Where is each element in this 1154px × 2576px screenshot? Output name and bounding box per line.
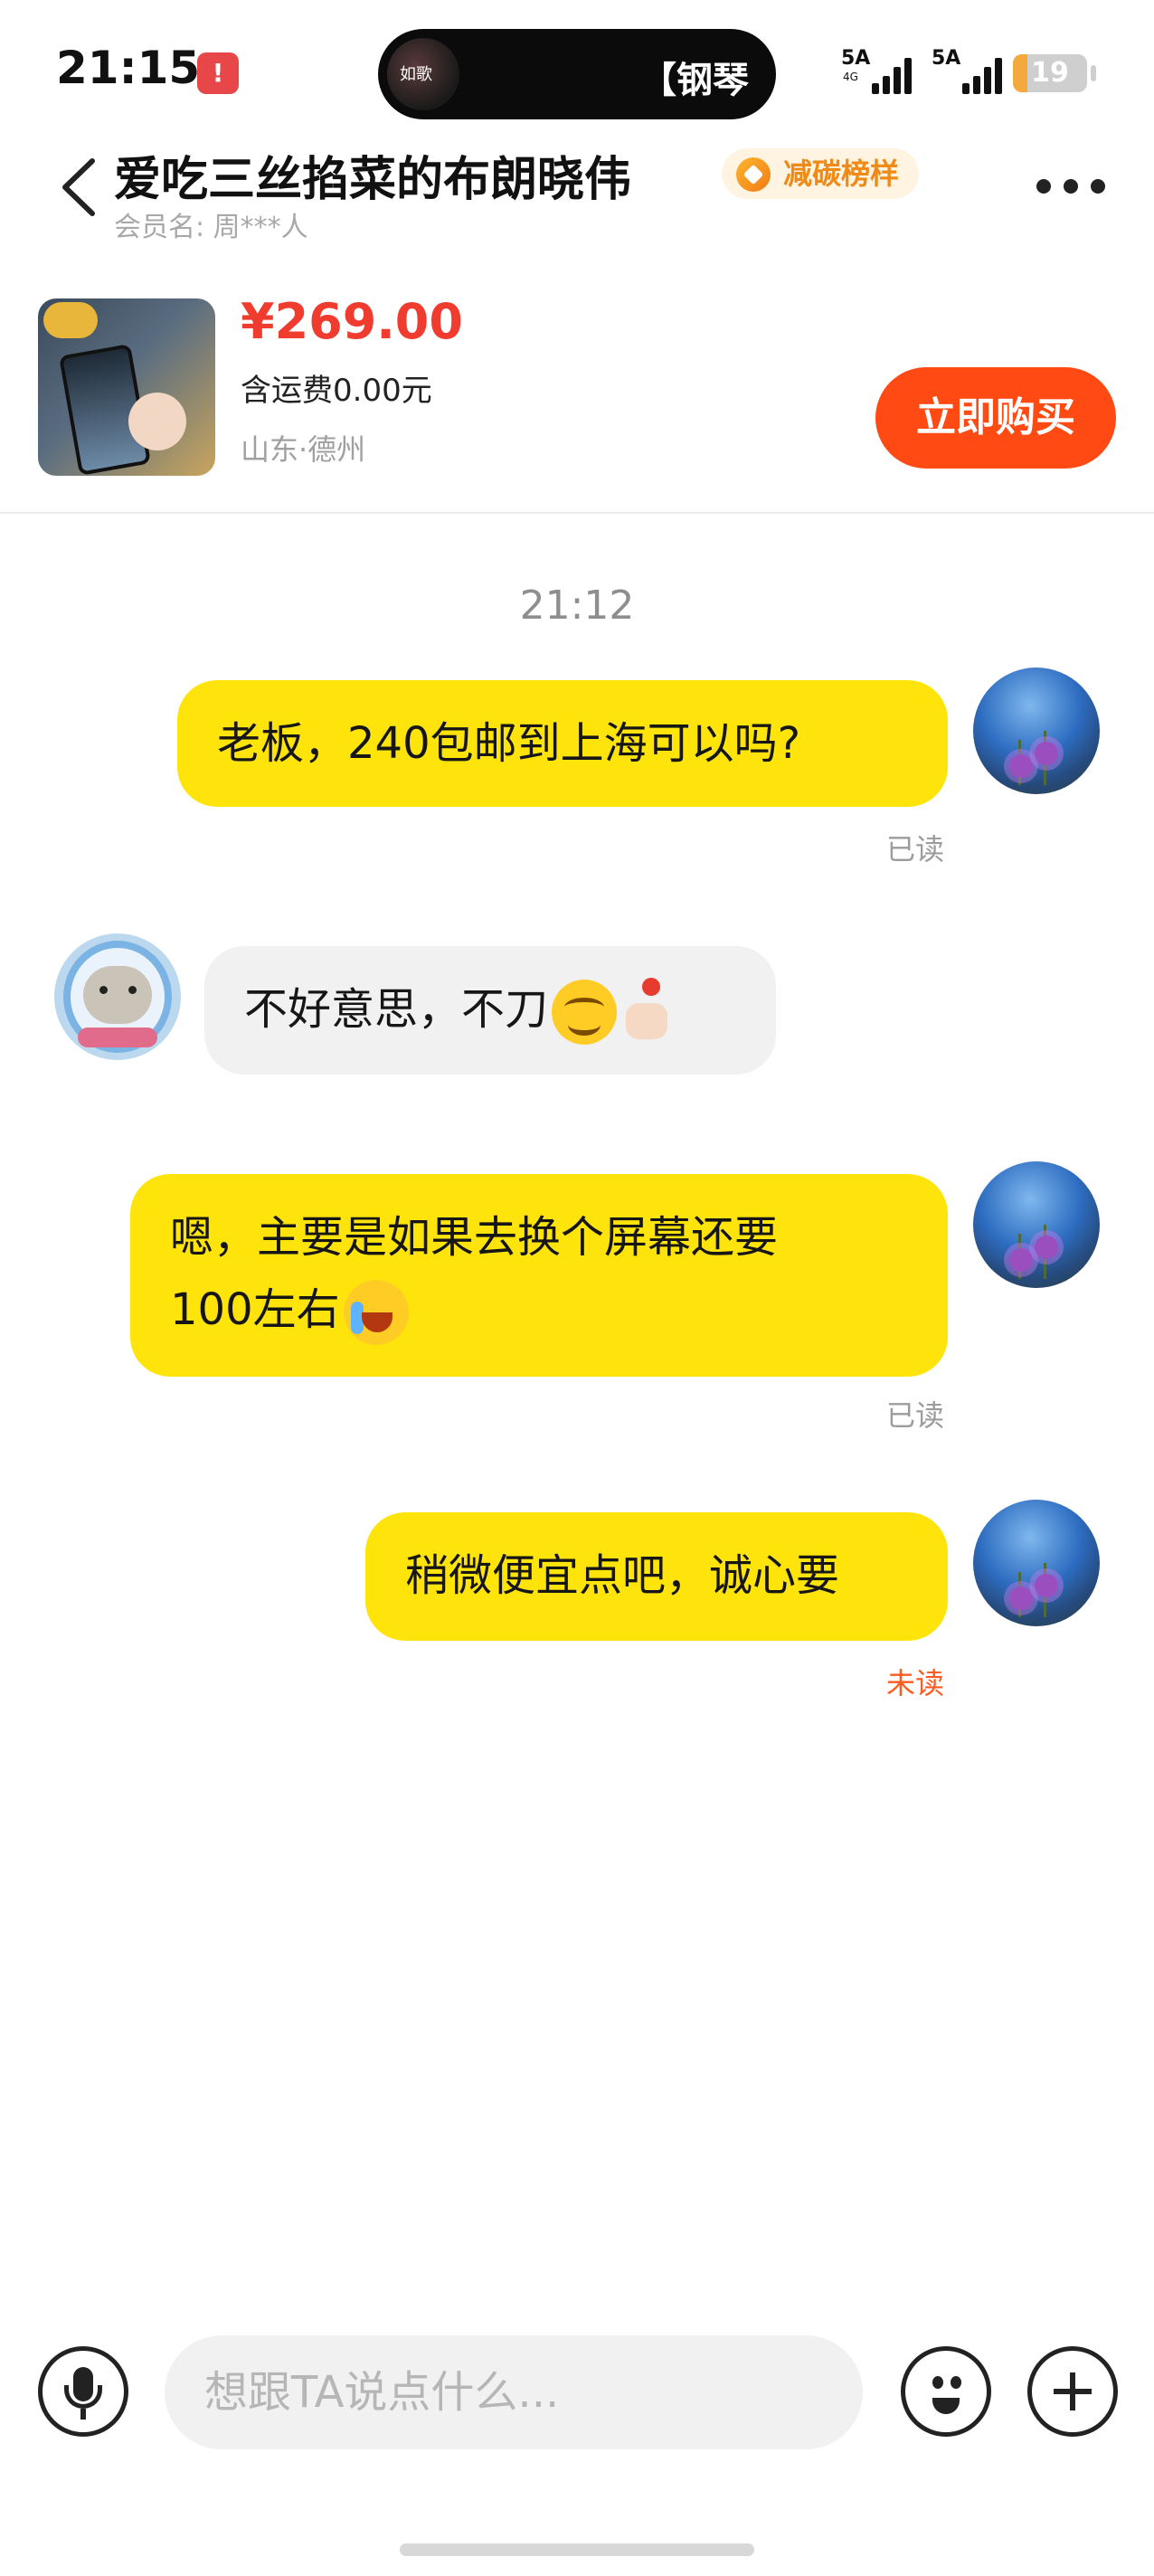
message-bubble-outgoing[interactable]: 稍微便宜点吧，诚心要 <box>365 1512 948 1641</box>
message-text: 稍微便宜点吧，诚心要 <box>405 1550 840 1601</box>
home-indicator[interactable] <box>400 2543 754 2556</box>
member-name: 会员名: 周***人 <box>114 212 308 243</box>
read-status: 已读 <box>886 832 945 867</box>
chat-screen: 21:15 ! 如歌 【钢琴 5A 4G 5A 19 爱吃三丝掐菜的布朗晓伟 减… <box>0 0 1154 2576</box>
message-text: 老板，240包邮到上海可以吗? <box>217 718 801 769</box>
battery-icon: 19 <box>1013 54 1087 92</box>
carbon-badge[interactable]: 减碳榜样 <box>722 148 920 199</box>
emoji-face-icon[interactable] <box>901 2346 991 2437</box>
product-price: ¥269.00 <box>241 293 463 350</box>
battery-cap <box>1091 65 1096 81</box>
unread-status: 未读 <box>886 1666 945 1700</box>
album-art-text: 如歌 <box>400 65 432 84</box>
notification-badge-icon: ! <box>197 52 239 94</box>
signal-1-sub: 4G <box>843 71 858 83</box>
plus-icon[interactable] <box>1027 2346 1118 2437</box>
message-bubble-outgoing[interactable]: 老板，240包邮到上海可以吗? <box>177 680 948 807</box>
dynamic-island-music[interactable]: 如歌 【钢琴 <box>378 29 776 119</box>
message-text: 不好意思，不刀 <box>244 984 549 1035</box>
message-bubble-outgoing[interactable]: 嗯，主要是如果去换个屏幕还要 100左右 <box>130 1174 948 1377</box>
signal-1-icon: 5A 4G <box>841 49 932 94</box>
badge-leaf-icon <box>736 157 771 192</box>
message-text: 100左右 <box>170 1284 340 1335</box>
user-avatar[interactable] <box>973 668 1100 794</box>
seller-name[interactable]: 爱吃三丝掐菜的布朗晓伟 <box>114 141 631 209</box>
more-dots-icon[interactable] <box>1036 175 1109 197</box>
battery-level: 19 <box>1031 57 1069 89</box>
buy-now-button[interactable]: 立即购买 <box>875 367 1116 469</box>
user-avatar[interactable] <box>973 1500 1100 1626</box>
user-avatar[interactable] <box>973 1161 1100 1288</box>
signal-2-label: 5A <box>932 47 961 70</box>
shipping-fee: 含运费0.00元 <box>241 373 432 409</box>
message-text: 嗯，主要是如果去换个屏幕还要 <box>170 1212 779 1263</box>
chevron-left-icon[interactable] <box>56 156 101 219</box>
now-playing-text: 【钢琴 <box>640 60 749 101</box>
read-status: 已读 <box>886 1398 945 1433</box>
divider <box>0 512 1154 514</box>
microphone-icon[interactable] <box>38 2346 128 2437</box>
crying-laugh-emoji-icon <box>343 1280 409 1345</box>
product-image[interactable] <box>38 298 215 476</box>
message-bubble-incoming[interactable]: 不好意思，不刀 <box>204 946 776 1075</box>
smile-emoji-icon <box>552 980 618 1045</box>
message-input[interactable] <box>165 2335 863 2449</box>
status-time: 21:15 <box>56 42 201 94</box>
product-location: 山东·德州 <box>241 432 366 467</box>
flower-hand-emoji-icon <box>620 976 678 1048</box>
signal-2-icon: 5A <box>932 49 1022 94</box>
badge-label: 减碳榜样 <box>783 156 900 191</box>
chat-timestamp: 21:12 <box>519 582 635 629</box>
signal-1-label: 5A <box>841 47 871 70</box>
seller-avatar[interactable] <box>54 933 181 1060</box>
